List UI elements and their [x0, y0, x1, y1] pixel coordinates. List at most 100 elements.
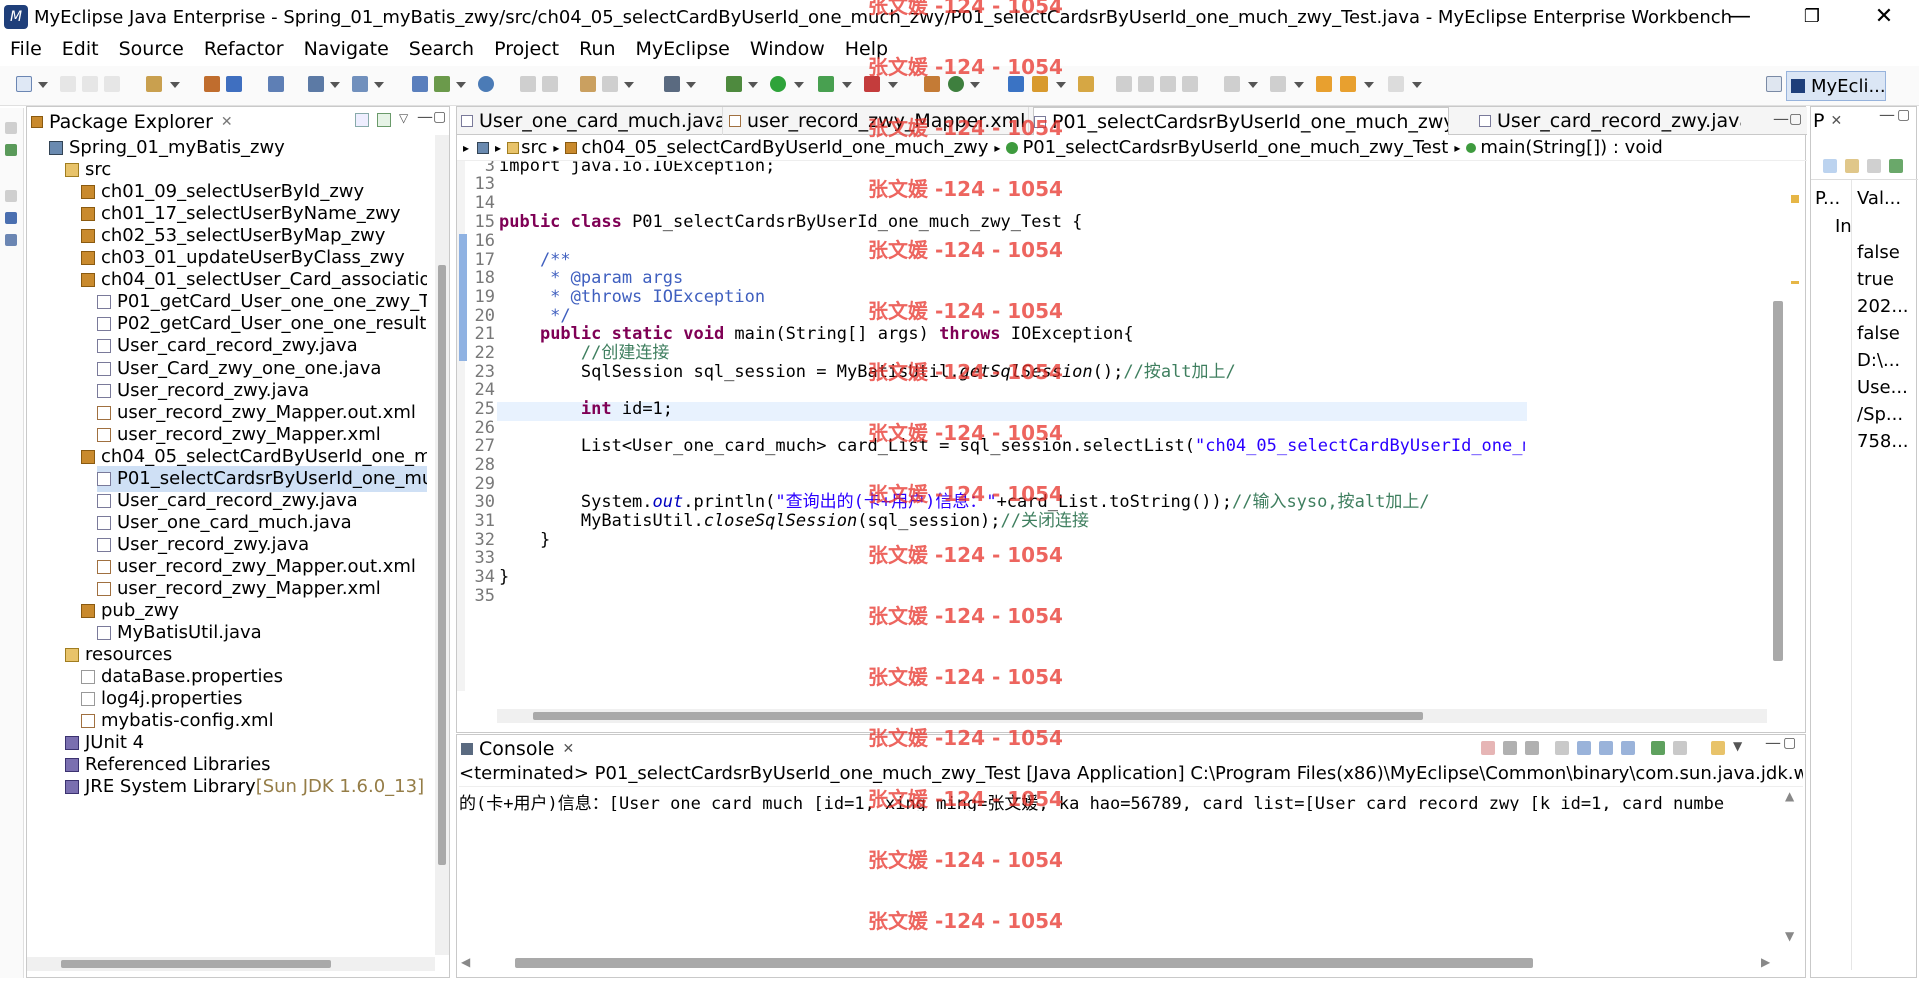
- new-project-icon[interactable]: [146, 76, 162, 92]
- scroll-up-icon[interactable]: ▲: [1785, 789, 1794, 803]
- close-tab-icon[interactable]: ✕: [221, 114, 231, 130]
- package-icon[interactable]: [226, 76, 242, 92]
- scroll-right-icon[interactable]: ▶: [1761, 955, 1770, 969]
- dropdown-arrow-icon[interactable]: [624, 82, 634, 88]
- back-icon[interactable]: [1340, 76, 1356, 92]
- snippets-icon[interactable]: [5, 234, 17, 246]
- console-horizontal-scrollbar[interactable]: ◀ ▶: [459, 955, 1781, 971]
- scrollbar-thumb[interactable]: [61, 960, 331, 968]
- perspective-myeclipse[interactable]: MyEcli...: [1786, 71, 1886, 101]
- menu-edit[interactable]: Edit: [62, 38, 99, 60]
- minimize-view-icon[interactable]: —: [417, 107, 433, 126]
- menu-refactor[interactable]: Refactor: [204, 38, 284, 60]
- dropdown-arrow-icon[interactable]: [970, 82, 980, 88]
- prev-annotation-icon[interactable]: [1270, 76, 1286, 92]
- menu-search[interactable]: Search: [409, 38, 474, 60]
- breadcrumb-class[interactable]: P01_selectCardsrByUserId_one_much_zwy_Te…: [1022, 137, 1448, 158]
- tree-horizontal-scrollbar[interactable]: [27, 957, 435, 971]
- warning-marker-icon[interactable]: [1791, 195, 1799, 203]
- console-icon[interactable]: [664, 76, 680, 92]
- terminate-icon[interactable]: [1481, 741, 1495, 755]
- annotation-icon[interactable]: [1116, 76, 1132, 92]
- maximize-view-icon[interactable]: ▢: [433, 109, 446, 125]
- scrollbar-thumb[interactable]: [438, 265, 446, 865]
- dropdown-arrow-icon[interactable]: [456, 82, 466, 88]
- hierarchy-icon[interactable]: [5, 144, 17, 156]
- tab-user-card-record[interactable]: User_card_record_zwy.java: [1479, 107, 1741, 135]
- save-all-icon[interactable]: [82, 76, 98, 92]
- web-icon[interactable]: [308, 76, 324, 92]
- dropdown-arrow-icon[interactable]: [842, 82, 852, 88]
- value-column-header[interactable]: Val...: [1857, 188, 1915, 210]
- show-on-output-icon[interactable]: [1599, 741, 1613, 755]
- property-value[interactable]: D:\...: [1857, 350, 1917, 372]
- dropdown-arrow-icon[interactable]: [1248, 82, 1258, 88]
- tab-user-one-card-much[interactable]: User_one_card_much.java: [461, 107, 723, 135]
- collapse-all-icon[interactable]: [355, 113, 369, 127]
- console-vertical-scrollbar[interactable]: ▲ ▼: [1783, 789, 1799, 945]
- bookmark-icon[interactable]: [1078, 76, 1094, 92]
- pin-console-icon[interactable]: [1651, 741, 1665, 755]
- remove-all-icon[interactable]: [1525, 741, 1539, 755]
- tab-console[interactable]: Console ✕: [461, 735, 581, 763]
- property-value[interactable]: /Sp...: [1857, 404, 1917, 426]
- dropdown-arrow-icon[interactable]: [794, 82, 804, 88]
- filter-icon[interactable]: [1845, 159, 1859, 173]
- dropdown-arrow-icon[interactable]: ▼: [1733, 739, 1742, 753]
- dropdown-arrow-icon[interactable]: [1412, 82, 1422, 88]
- menu-project[interactable]: Project: [494, 38, 559, 60]
- dropdown-arrow-icon[interactable]: [1364, 82, 1374, 88]
- annotation-marker[interactable]: [1791, 281, 1799, 284]
- scroll-lock-icon[interactable]: [1577, 741, 1591, 755]
- package-icon[interactable]: [204, 76, 220, 92]
- dropdown-arrow-icon[interactable]: [38, 82, 48, 88]
- debug-icon[interactable]: [726, 76, 742, 92]
- menu-help[interactable]: Help: [845, 38, 888, 60]
- menu-source[interactable]: Source: [119, 38, 184, 60]
- open-task-icon[interactable]: [1008, 76, 1024, 92]
- categories-icon[interactable]: [1823, 159, 1837, 173]
- dropdown-arrow-icon[interactable]: [1294, 82, 1304, 88]
- dropdown-arrow-icon[interactable]: [170, 82, 180, 88]
- block-icon[interactable]: [1160, 76, 1176, 92]
- next-annotation-icon[interactable]: [1224, 76, 1240, 92]
- print-icon[interactable]: [104, 76, 120, 92]
- copy-icon[interactable]: [542, 76, 558, 92]
- open-console-icon[interactable]: [1711, 741, 1725, 755]
- dropdown-arrow-icon[interactable]: [330, 82, 340, 88]
- scroll-left-icon[interactable]: ◀: [461, 955, 470, 969]
- new-file-icon[interactable]: [16, 76, 32, 92]
- console-output[interactable]: 的(卡+用户)信息：[User_one_card_much [id=1, xin…: [459, 789, 1765, 811]
- property-value[interactable]: false: [1857, 323, 1917, 345]
- dropdown-arrow-icon[interactable]: [1056, 82, 1066, 88]
- menu-file[interactable]: File: [10, 38, 42, 60]
- property-value[interactable]: false: [1857, 242, 1917, 264]
- mark-icon[interactable]: [1138, 76, 1154, 92]
- open-resource-icon[interactable]: [1032, 76, 1048, 92]
- remove-launch-icon[interactable]: [1503, 741, 1517, 755]
- run-icon[interactable]: [770, 76, 786, 92]
- breadcrumb-package[interactable]: ch04_05_selectCardByUserId_one_much_zwy: [581, 137, 988, 158]
- view-menu-icon[interactable]: ▽: [399, 111, 408, 125]
- tab-user-record-mapper[interactable]: user_record_zwy_Mapper.xml: [729, 107, 1029, 135]
- tab-p01-test[interactable]: P01_selectCardsrByUserId_one_much_zwy_T …: [1033, 107, 1449, 135]
- display-console-icon[interactable]: [1673, 741, 1687, 755]
- dropdown-arrow-icon[interactable]: [888, 82, 898, 88]
- cut-icon[interactable]: [520, 76, 536, 92]
- property-value[interactable]: Use...: [1857, 377, 1917, 399]
- minimize-view-icon[interactable]: —: [1773, 109, 1789, 128]
- breadcrumb-method[interactable]: main(String[]) : void: [1480, 137, 1662, 158]
- show-on-error-icon[interactable]: [1621, 741, 1635, 755]
- dropdown-arrow-icon[interactable]: [748, 82, 758, 88]
- dropdown-arrow-icon[interactable]: [686, 82, 696, 88]
- last-edit-icon[interactable]: [1316, 76, 1332, 92]
- run-coverage-icon[interactable]: [818, 76, 834, 92]
- menu-window[interactable]: Window: [750, 38, 825, 60]
- image-icon[interactable]: [5, 212, 17, 224]
- tab-properties[interactable]: P ✕: [1813, 107, 1873, 135]
- close-tab-icon[interactable]: ✕: [1830, 113, 1842, 129]
- external-tools-icon[interactable]: [864, 76, 880, 92]
- maximize-view-icon[interactable]: ▢: [1897, 107, 1910, 123]
- property-value[interactable]: true: [1857, 269, 1917, 291]
- maximize-view-icon[interactable]: ▢: [1783, 735, 1796, 751]
